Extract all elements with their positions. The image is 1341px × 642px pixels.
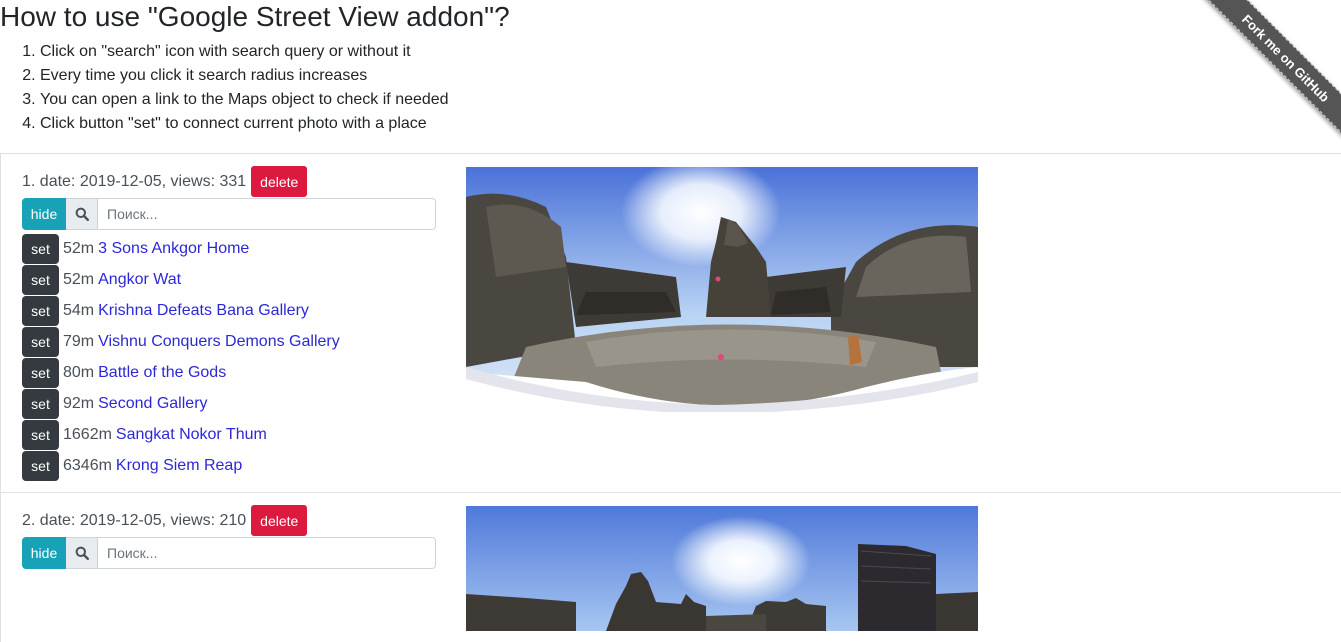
- list-item: set 52m Angkor Wat: [22, 264, 436, 295]
- place-distance: 52m: [63, 239, 95, 257]
- place-distance: 80m: [63, 363, 95, 381]
- github-ribbon-container: Fork me on GitHub: [1191, 0, 1341, 150]
- place-link[interactable]: Vishnu Conquers Demons Gallery: [98, 333, 340, 351]
- entry-meta: 1. date: 2019-12-05, views: 331: [22, 172, 247, 190]
- list-item: set 1662m Sangkat Nokor Thum: [22, 419, 436, 450]
- instruction-item: Click button "set" to connect current ph…: [40, 112, 449, 136]
- place-distance: 6346m: [63, 456, 112, 474]
- places-list: set 52m 3 Sons Ankgor Home set 52m Angko…: [22, 233, 436, 481]
- search-group: hide: [22, 198, 436, 230]
- set-button[interactable]: set: [22, 326, 59, 357]
- photo-entry: 1. date: 2019-12-05, views: 331 delete h…: [0, 153, 1341, 492]
- entry-controls: 2. date: 2019-12-05, views: 210 delete h…: [22, 505, 436, 569]
- instruction-item: You can open a link to the Maps object t…: [40, 88, 449, 112]
- hide-button[interactable]: hide: [22, 198, 66, 230]
- list-item: set 79m Vishnu Conquers Demons Gallery: [22, 326, 436, 357]
- list-item: set 52m 3 Sons Ankgor Home: [22, 233, 436, 264]
- list-item: set 6346m Krong Siem Reap: [22, 450, 436, 481]
- place-link[interactable]: Angkor Wat: [98, 271, 181, 289]
- place-link[interactable]: Second Gallery: [98, 395, 207, 413]
- set-button[interactable]: set: [22, 233, 59, 264]
- search-icon[interactable]: [66, 198, 98, 230]
- place-distance: 52m: [63, 270, 95, 288]
- set-button[interactable]: set: [22, 264, 59, 295]
- hide-button[interactable]: hide: [22, 537, 66, 569]
- search-group: hide: [22, 537, 436, 569]
- fork-on-github-ribbon[interactable]: Fork me on GitHub: [1201, 0, 1341, 143]
- set-button[interactable]: set: [22, 295, 59, 326]
- panorama-photo: [466, 167, 978, 412]
- place-link[interactable]: Sangkat Nokor Thum: [116, 426, 267, 444]
- set-button[interactable]: set: [22, 450, 59, 481]
- delete-button[interactable]: delete: [251, 166, 308, 197]
- place-link[interactable]: Battle of the Gods: [98, 364, 226, 382]
- place-distance: 54m: [63, 301, 95, 319]
- entry-meta-line: 2. date: 2019-12-05, views: 210 delete: [22, 505, 436, 536]
- set-button[interactable]: set: [22, 388, 59, 419]
- list-item: set 54m Krishna Defeats Bana Gallery: [22, 295, 436, 326]
- instruction-item: Click on "search" icon with search query…: [40, 40, 449, 64]
- place-distance: 92m: [63, 394, 95, 412]
- instructions-list: Click on "search" icon with search query…: [0, 40, 449, 136]
- entry-controls: 1. date: 2019-12-05, views: 331 delete h…: [22, 166, 436, 481]
- set-button[interactable]: set: [22, 419, 59, 450]
- search-icon[interactable]: [66, 537, 98, 569]
- list-item: set 92m Second Gallery: [22, 388, 436, 419]
- panorama-photo: [466, 506, 978, 631]
- page-title: How to use "Google Street View addon"?: [0, 1, 510, 32]
- place-distance: 1662m: [63, 425, 112, 443]
- place-link[interactable]: Krong Siem Reap: [116, 457, 242, 475]
- list-item: set 80m Battle of the Gods: [22, 357, 436, 388]
- search-input[interactable]: [98, 198, 436, 230]
- entry-meta: 2. date: 2019-12-05, views: 210: [22, 511, 247, 529]
- search-input[interactable]: [98, 537, 436, 569]
- photo-entry: 2. date: 2019-12-05, views: 210 delete h…: [0, 492, 1341, 642]
- place-link[interactable]: 3 Sons Ankgor Home: [98, 240, 249, 258]
- set-button[interactable]: set: [22, 357, 59, 388]
- instruction-item: Every time you click it search radius in…: [40, 64, 449, 88]
- place-distance: 79m: [63, 332, 95, 350]
- place-link[interactable]: Krishna Defeats Bana Gallery: [98, 302, 309, 320]
- delete-button[interactable]: delete: [251, 505, 308, 536]
- entry-meta-line: 1. date: 2019-12-05, views: 331 delete: [22, 166, 436, 197]
